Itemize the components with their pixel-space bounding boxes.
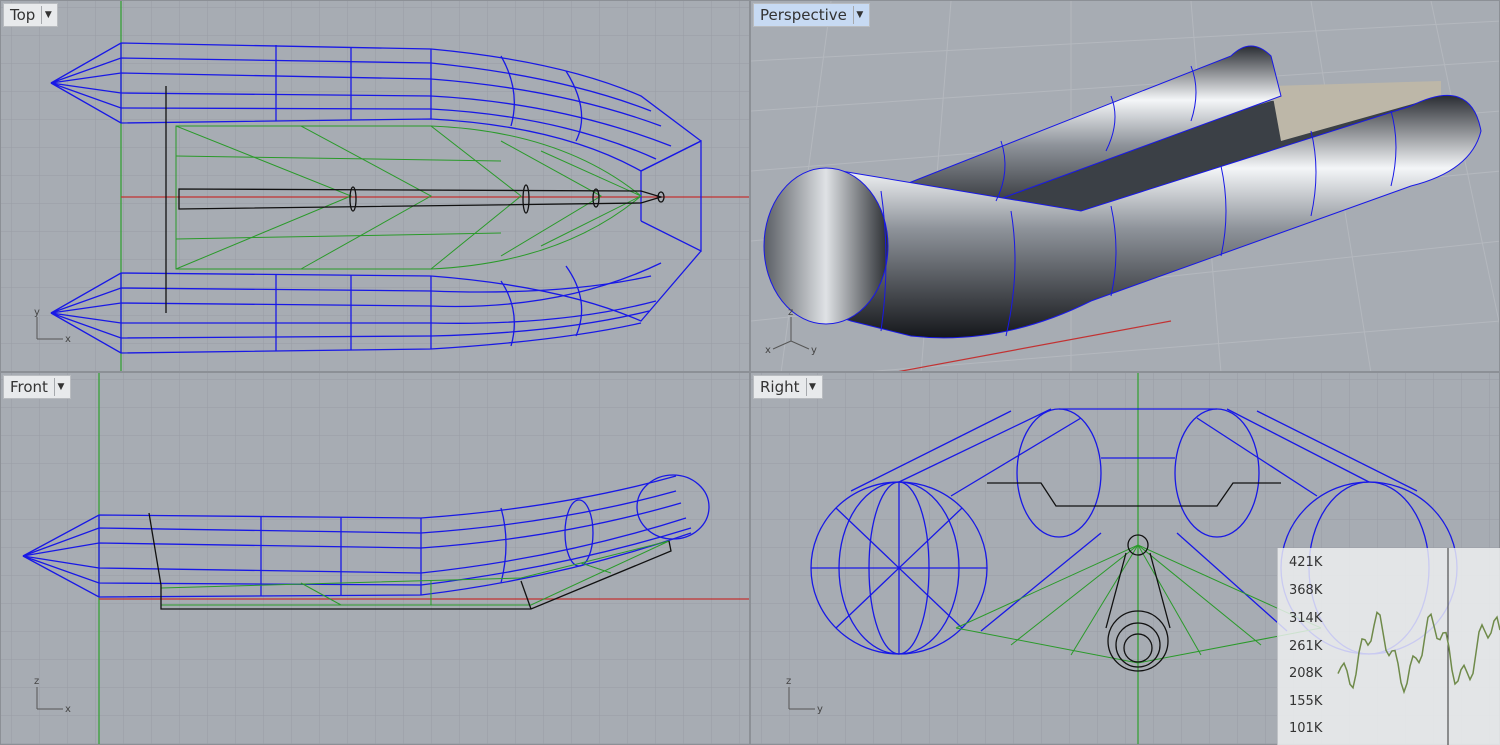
viewport-title: Right: [760, 378, 800, 396]
performance-graph: 421K 368K 314K 261K 208K 155K 101K: [1277, 548, 1500, 745]
perf-y-label: 101K: [1289, 721, 1323, 736]
viewport-front[interactable]: Front ▼ x z: [0, 372, 750, 745]
chevron-down-icon[interactable]: ▼: [53, 378, 67, 396]
axis-x-label: x: [65, 334, 71, 345]
chevron-down-icon[interactable]: ▼: [852, 6, 866, 24]
axis-x-label: x: [65, 704, 71, 715]
performance-line: [1337, 611, 1500, 695]
axis-z-label: z: [34, 676, 39, 687]
chevron-down-icon[interactable]: ▼: [41, 6, 54, 24]
viewport-top[interactable]: Top ▼ x y: [0, 0, 750, 372]
axis-z-label: z: [786, 676, 791, 687]
perf-y-label: 208K: [1289, 666, 1323, 681]
viewport-tab-right[interactable]: Right ▼: [753, 375, 823, 399]
perf-y-label: 368K: [1289, 583, 1323, 598]
axis-y-label: y: [34, 307, 40, 318]
perspective-view-canvas[interactable]: y x z: [751, 1, 1500, 372]
axis-y-label: y: [817, 704, 823, 715]
perf-y-label: 261K: [1289, 639, 1323, 654]
axis-widget: [772, 317, 810, 350]
viewport-title: Perspective: [760, 6, 847, 24]
perf-y-label: 314K: [1289, 611, 1323, 626]
axis-z-label: z: [788, 307, 793, 318]
axis-x-label: x: [765, 345, 771, 356]
viewport-tab-front[interactable]: Front ▼: [3, 375, 71, 399]
viewport-tab-top[interactable]: Top ▼: [3, 3, 59, 27]
viewport-title: Top: [10, 6, 36, 24]
axis-y-label: y: [811, 345, 817, 356]
top-view-canvas[interactable]: x y: [1, 1, 750, 372]
front-view-canvas[interactable]: x z: [1, 373, 750, 745]
viewport-tab-perspective[interactable]: Perspective ▼: [753, 3, 870, 27]
viewport-title: Front: [10, 378, 48, 396]
perf-y-label: 155K: [1289, 694, 1323, 709]
chevron-down-icon[interactable]: ▼: [805, 378, 819, 396]
viewport-perspective[interactable]: Perspective ▼ y x z: [750, 0, 1500, 372]
tube-end-cap: [763, 167, 889, 325]
perf-y-label: 421K: [1289, 555, 1323, 570]
